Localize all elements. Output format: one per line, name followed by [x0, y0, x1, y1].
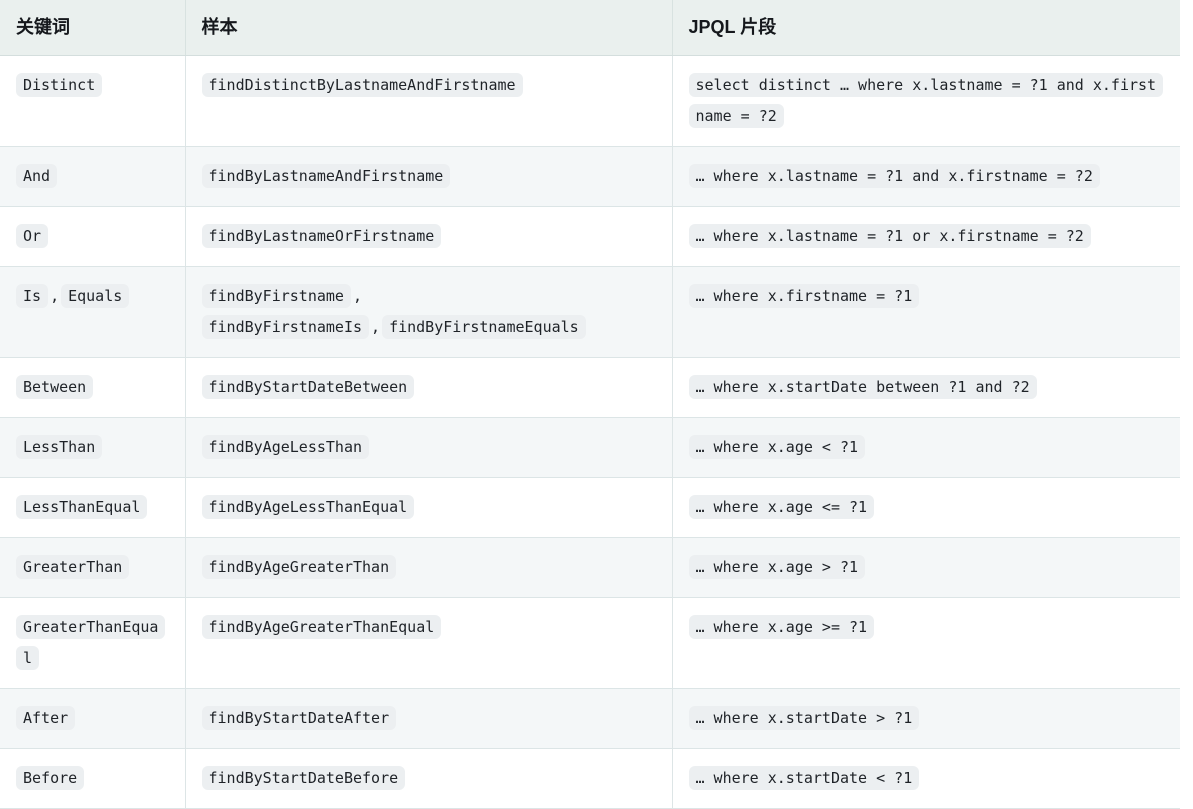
keyword-code: Between	[16, 375, 93, 399]
sample-code: findByLastnameAndFirstname	[202, 164, 451, 188]
sample-code: findByAgeGreaterThanEqual	[202, 615, 442, 639]
jpql-code: … where x.firstname = ?1	[689, 284, 920, 308]
sample-code: findByStartDateAfter	[202, 706, 397, 730]
list-separator: ,	[351, 287, 364, 305]
query-keyword-table: 关键词 样本 JPQL 片段 Distinct findDistinctByLa…	[0, 0, 1180, 809]
table-row: LessThan findByAgeLessThan … where x.age…	[0, 418, 1180, 478]
jpql-code: … where x.startDate between ?1 and ?2	[689, 375, 1037, 399]
jpql-code: … where x.age > ?1	[689, 555, 866, 579]
sample-code: findByStartDateBefore	[202, 766, 406, 790]
cell-sample: findByLastnameOrFirstname	[185, 207, 672, 267]
sample-code: findByAgeLessThan	[202, 435, 370, 459]
cell-keyword: Between	[0, 358, 185, 418]
table-row: Before findByStartDateBefore … where x.s…	[0, 749, 1180, 809]
cell-keyword: GreaterThanEqual	[0, 598, 185, 689]
header-sample: 样本	[185, 0, 672, 56]
keyword-code: Is	[16, 284, 48, 308]
cell-jpql: … where x.age < ?1	[672, 418, 1180, 478]
keyword-code: And	[16, 164, 57, 188]
keyword-code: Distinct	[16, 73, 102, 97]
cell-jpql: … where x.firstname = ?1	[672, 267, 1180, 358]
sample-code: findByAgeLessThanEqual	[202, 495, 415, 519]
keyword-code: LessThan	[16, 435, 102, 459]
list-separator: ,	[369, 318, 382, 336]
keyword-code: GreaterThan	[16, 555, 129, 579]
cell-sample: findByAgeGreaterThan	[185, 538, 672, 598]
cell-keyword: After	[0, 689, 185, 749]
cell-sample: findDistinctByLastnameAndFirstname	[185, 56, 672, 147]
jpql-code: … where x.startDate > ?1	[689, 706, 920, 730]
table-row: GreaterThan findByAgeGreaterThan … where…	[0, 538, 1180, 598]
cell-sample: findByStartDateBetween	[185, 358, 672, 418]
sample-code: findByLastnameOrFirstname	[202, 224, 442, 248]
jpql-code: … where x.lastname = ?1 or x.firstname =…	[689, 224, 1091, 248]
table-row: Between findByStartDateBetween … where x…	[0, 358, 1180, 418]
cell-jpql: … where x.startDate between ?1 and ?2	[672, 358, 1180, 418]
cell-keyword: GreaterThan	[0, 538, 185, 598]
table-row: After findByStartDateAfter … where x.sta…	[0, 689, 1180, 749]
cell-sample: findByLastnameAndFirstname	[185, 147, 672, 207]
jpql-code: select distinct … where x.lastname = ?1 …	[689, 73, 1164, 128]
table-header: 关键词 样本 JPQL 片段	[0, 0, 1180, 56]
jpql-code: … where x.age < ?1	[689, 435, 866, 459]
cell-jpql: … where x.startDate > ?1	[672, 689, 1180, 749]
cell-jpql: … where x.age > ?1	[672, 538, 1180, 598]
keyword-code: GreaterThanEqual	[16, 615, 165, 670]
sample-code: findByAgeGreaterThan	[202, 555, 397, 579]
keyword-table-container: 关键词 样本 JPQL 片段 Distinct findDistinctByLa…	[0, 0, 1180, 809]
jpql-code: … where x.lastname = ?1 and x.firstname …	[689, 164, 1100, 188]
cell-jpql: … where x.age <= ?1	[672, 478, 1180, 538]
keyword-code: Before	[16, 766, 84, 790]
cell-jpql: … where x.lastname = ?1 or x.firstname =…	[672, 207, 1180, 267]
cell-keyword: Distinct	[0, 56, 185, 147]
jpql-code: … where x.startDate < ?1	[689, 766, 920, 790]
keyword-code: Or	[16, 224, 48, 248]
cell-jpql: … where x.lastname = ?1 and x.firstname …	[672, 147, 1180, 207]
list-separator: ,	[48, 287, 61, 305]
sample-code: findByFirstname	[202, 284, 351, 308]
cell-jpql: … where x.startDate < ?1	[672, 749, 1180, 809]
table-row: GreaterThanEqual findByAgeGreaterThanEqu…	[0, 598, 1180, 689]
cell-keyword: LessThanEqual	[0, 478, 185, 538]
table-row: And findByLastnameAndFirstname … where x…	[0, 147, 1180, 207]
sample-code: findByStartDateBetween	[202, 375, 415, 399]
sample-code: findDistinctByLastnameAndFirstname	[202, 73, 523, 97]
table-row: Or findByLastnameOrFirstname … where x.l…	[0, 207, 1180, 267]
cell-sample: findByStartDateAfter	[185, 689, 672, 749]
cell-sample: findByAgeLessThanEqual	[185, 478, 672, 538]
cell-keyword: LessThan	[0, 418, 185, 478]
keyword-code: After	[16, 706, 75, 730]
cell-keyword: Before	[0, 749, 185, 809]
table-row: Distinct findDistinctByLastnameAndFirstn…	[0, 56, 1180, 147]
keyword-code-alt: Equals	[61, 284, 129, 308]
keyword-code: LessThanEqual	[16, 495, 147, 519]
table-row: Is,Equals findByFirstname,findByFirstnam…	[0, 267, 1180, 358]
header-keyword: 关键词	[0, 0, 185, 56]
sample-code-alt-2: findByFirstnameEquals	[382, 315, 586, 339]
table-row: LessThanEqual findByAgeLessThanEqual … w…	[0, 478, 1180, 538]
table-header-row: 关键词 样本 JPQL 片段	[0, 0, 1180, 56]
table-body: Distinct findDistinctByLastnameAndFirstn…	[0, 56, 1180, 809]
cell-jpql: … where x.age >= ?1	[672, 598, 1180, 689]
cell-sample: findByFirstname,findByFirstnameIs,findBy…	[185, 267, 672, 358]
cell-sample: findByAgeGreaterThanEqual	[185, 598, 672, 689]
cell-sample: findByAgeLessThan	[185, 418, 672, 478]
sample-code-alt-1: findByFirstnameIs	[202, 315, 370, 339]
jpql-code: … where x.age >= ?1	[689, 615, 875, 639]
jpql-code: … where x.age <= ?1	[689, 495, 875, 519]
header-jpql: JPQL 片段	[672, 0, 1180, 56]
cell-jpql: select distinct … where x.lastname = ?1 …	[672, 56, 1180, 147]
cell-keyword: Is,Equals	[0, 267, 185, 358]
cell-keyword: And	[0, 147, 185, 207]
cell-keyword: Or	[0, 207, 185, 267]
cell-sample: findByStartDateBefore	[185, 749, 672, 809]
